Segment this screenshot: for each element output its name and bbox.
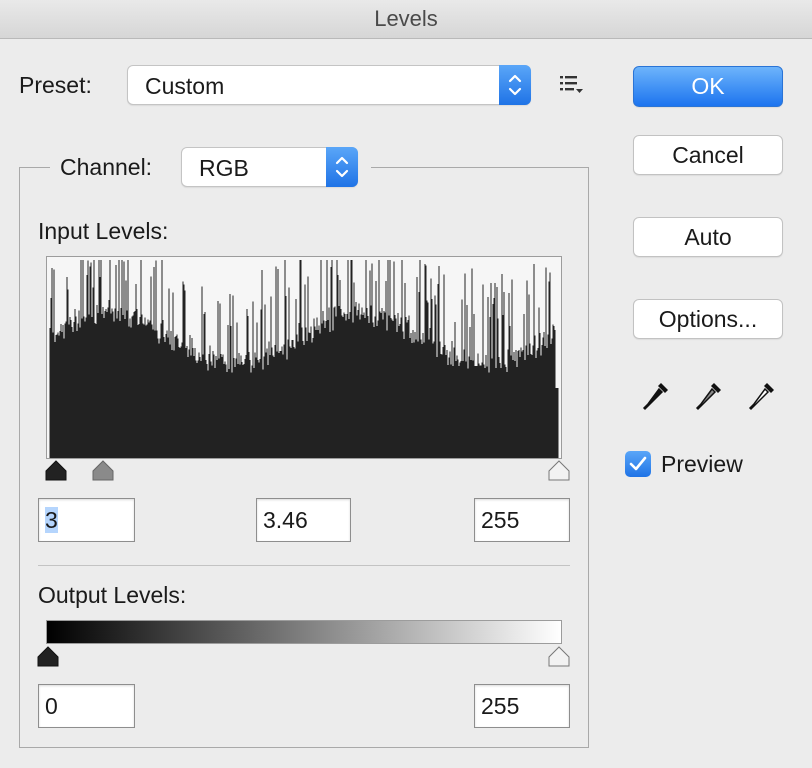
chevron-up-down-icon [499,65,531,105]
output-white-field[interactable]: 255 [474,684,570,728]
auto-button[interactable]: Auto [633,217,783,257]
ok-button[interactable]: OK [633,66,783,107]
separator [38,565,570,566]
channel-label: Channel: [60,154,153,180]
output-gradient-bar [46,620,562,644]
preview-label: Preview [661,451,743,477]
output-white-slider[interactable] [547,646,571,668]
input-gamma-slider[interactable] [91,460,115,482]
input-black-slider[interactable] [44,460,68,482]
input-gamma-field[interactable]: 3.46 [256,498,351,542]
histogram-graph [49,260,559,458]
black-point-eyedropper-icon[interactable] [641,380,671,414]
output-black-field[interactable]: 0 [38,684,135,728]
input-levels-label: Input Levels: [38,218,169,244]
cancel-button[interactable]: Cancel [633,135,783,175]
preset-select[interactable]: Custom [127,65,531,105]
options-button[interactable]: Options... [633,299,783,339]
preset-select-value: Custom [145,73,225,99]
histogram [46,256,562,459]
input-black-value: 3 [45,507,58,533]
channel-select[interactable]: RGB [181,147,358,187]
output-black-slider[interactable] [36,646,60,668]
histogram-bars [49,260,559,458]
input-black-field[interactable]: 3 [38,498,135,542]
window-title: Levels [0,0,812,39]
chevron-up-down-icon [326,147,358,187]
channel-select-value: RGB [199,155,249,181]
preview-checkbox[interactable] [625,451,651,477]
white-point-eyedropper-icon[interactable] [747,380,777,414]
gray-point-eyedropper-icon[interactable] [694,380,724,414]
checkmark-icon [629,456,647,471]
input-white-slider[interactable] [547,460,571,482]
preset-options-menu-icon[interactable] [558,72,586,98]
preset-label: Preset: [19,72,92,98]
input-white-field[interactable]: 255 [474,498,570,542]
output-levels-label: Output Levels: [38,582,187,608]
